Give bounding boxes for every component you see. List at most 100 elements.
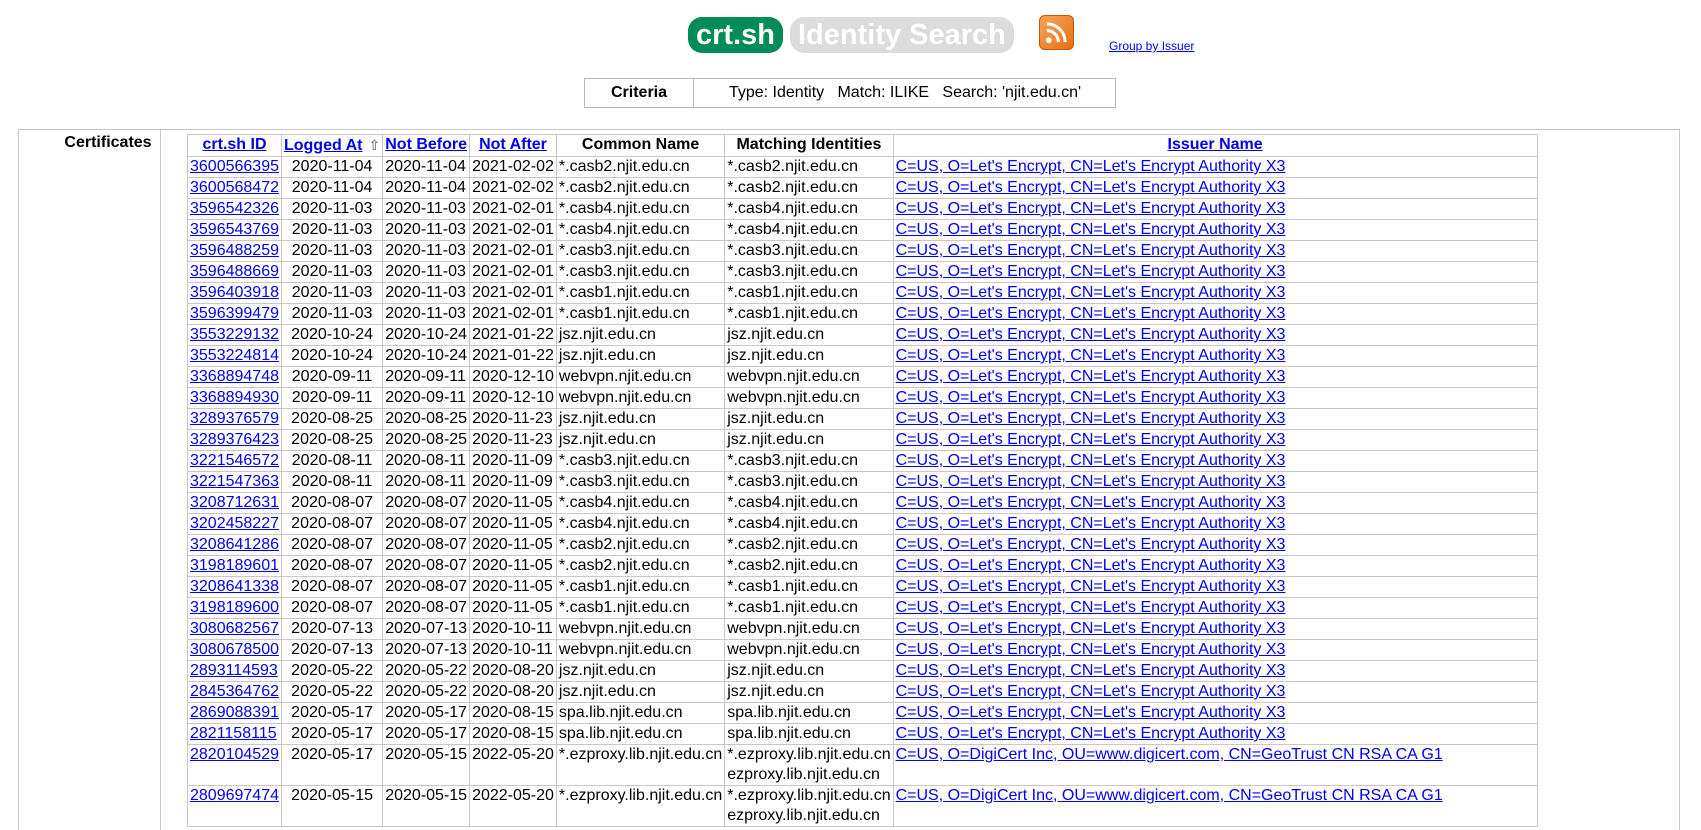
group-by-issuer-link[interactable]: Group by Issuer — [1109, 39, 1194, 53]
crtsh-id-link[interactable]: 3202458227 — [190, 515, 279, 532]
issuer-link[interactable]: C=US, O=Let's Encrypt, CN=Let's Encrypt … — [896, 725, 1286, 742]
issuer-link[interactable]: C=US, O=Let's Encrypt, CN=Let's Encrypt … — [896, 452, 1286, 469]
crtsh-id-link[interactable]: 3596543769 — [190, 221, 279, 238]
issuer-link[interactable]: C=US, O=Let's Encrypt, CN=Let's Encrypt … — [896, 158, 1286, 175]
cell-logged-at: 2020-08-07 — [280, 597, 384, 619]
cell-crtsh-id: 3221547363 — [187, 471, 282, 493]
crtsh-id-link[interactable]: 3596403918 — [190, 284, 279, 301]
issuer-link[interactable]: C=US, O=Let's Encrypt, CN=Let's Encrypt … — [896, 200, 1286, 217]
sort-crtsh-id-link[interactable]: crt.sh ID — [202, 136, 266, 153]
issuer-link[interactable]: C=US, O=Let's Encrypt, CN=Let's Encrypt … — [896, 578, 1286, 595]
issuer-link[interactable]: C=US, O=Let's Encrypt, CN=Let's Encrypt … — [896, 179, 1286, 196]
table-row: 3596488669 2020-11-03 2020-11-03 2021-02-01… — [187, 261, 1538, 283]
issuer-link[interactable]: C=US, O=Let's Encrypt, CN=Let's Encrypt … — [896, 326, 1286, 343]
issuer-link[interactable]: C=US, O=Let's Encrypt, CN=Let's Encrypt … — [896, 662, 1286, 679]
crtsh-id-link[interactable]: 3368894930 — [190, 389, 279, 406]
crtsh-id-link[interactable]: 2820104529 — [190, 746, 279, 763]
cell-issuer-name: C=US, O=Let's Encrypt, CN=Let's Encrypt … — [892, 702, 1538, 724]
col-issuer-name[interactable]: Issuer Name — [892, 134, 1538, 157]
issuer-link[interactable]: C=US, O=Let's Encrypt, CN=Let's Encrypt … — [896, 368, 1286, 385]
cell-issuer-name: C=US, O=Let's Encrypt, CN=Let's Encrypt … — [892, 429, 1538, 451]
table-row: 3198189600 2020-08-07 2020-08-07 2020-11-05… — [187, 597, 1538, 619]
issuer-link[interactable]: C=US, O=Let's Encrypt, CN=Let's Encrypt … — [896, 389, 1286, 406]
cell-issuer-name: C=US, O=Let's Encrypt, CN=Let's Encrypt … — [892, 639, 1538, 661]
table-row: 3198189601 2020-08-07 2020-08-07 2020-11-05… — [187, 555, 1538, 577]
crtsh-id-link[interactable]: 3596542326 — [190, 200, 279, 217]
crtsh-id-link[interactable]: 2809697474 — [190, 787, 279, 804]
cell-issuer-name: C=US, O=DigiCert Inc, OU=www.digicert.co… — [892, 785, 1538, 827]
issuer-link[interactable]: C=US, O=Let's Encrypt, CN=Let's Encrypt … — [896, 221, 1286, 238]
issuer-link[interactable]: C=US, O=Let's Encrypt, CN=Let's Encrypt … — [896, 641, 1286, 658]
crtsh-id-link[interactable]: 3596399479 — [190, 305, 279, 322]
issuer-link[interactable]: C=US, O=DigiCert Inc, OU=www.digicert.co… — [896, 746, 1443, 763]
cell-logged-at: 2020-07-13 — [280, 618, 384, 640]
crtsh-id-link[interactable]: 3553229132 — [190, 326, 279, 343]
cell-issuer-name: C=US, O=Let's Encrypt, CN=Let's Encrypt … — [892, 345, 1538, 367]
cell-not-after: 2022-05-20 — [469, 744, 557, 786]
issuer-link[interactable]: C=US, O=Let's Encrypt, CN=Let's Encrypt … — [896, 347, 1286, 364]
cell-matching-identities: jsz.njit.edu.cn — [724, 681, 894, 703]
issuer-link[interactable]: C=US, O=Let's Encrypt, CN=Let's Encrypt … — [896, 305, 1286, 322]
issuer-link[interactable]: C=US, O=Let's Encrypt, CN=Let's Encrypt … — [896, 599, 1286, 616]
issuer-link[interactable]: C=US, O=Let's Encrypt, CN=Let's Encrypt … — [896, 263, 1286, 280]
matching-identity: *.casb1.njit.edu.cn — [727, 284, 858, 301]
issuer-link[interactable]: C=US, O=Let's Encrypt, CN=Let's Encrypt … — [896, 704, 1286, 721]
crtsh-id-link[interactable]: 2869088391 — [190, 704, 279, 721]
crtsh-id-link[interactable]: 2893114593 — [190, 662, 278, 679]
issuer-link[interactable]: C=US, O=Let's Encrypt, CN=Let's Encrypt … — [896, 473, 1286, 490]
crtsh-id-link[interactable]: 3596488259 — [190, 242, 279, 259]
crtsh-id-link[interactable]: 2821158115 — [190, 725, 277, 742]
cell-logged-at: 2020-08-07 — [280, 492, 384, 514]
cell-matching-identities: jsz.njit.edu.cn — [724, 324, 894, 346]
crtsh-id-link[interactable]: 3198189600 — [190, 599, 279, 616]
issuer-link[interactable]: C=US, O=Let's Encrypt, CN=Let's Encrypt … — [896, 242, 1286, 259]
rss-feed-icon[interactable] — [1039, 15, 1074, 50]
crtsh-id-link[interactable]: 3221547363 — [190, 473, 279, 490]
issuer-link[interactable]: C=US, O=Let's Encrypt, CN=Let's Encrypt … — [896, 620, 1286, 637]
matching-identity: *.casb4.njit.edu.cn — [727, 515, 858, 532]
col-not-before[interactable]: Not Before — [382, 134, 471, 157]
cell-not-before: 2020-05-15 — [382, 785, 471, 827]
col-logged-at[interactable]: Logged At ⇧ — [280, 134, 384, 157]
issuer-link[interactable]: C=US, O=Let's Encrypt, CN=Let's Encrypt … — [896, 410, 1286, 427]
sort-not-after-link[interactable]: Not After — [479, 136, 547, 153]
crtsh-id-link[interactable]: 3289376423 — [190, 431, 279, 448]
issuer-link[interactable]: C=US, O=Let's Encrypt, CN=Let's Encrypt … — [896, 536, 1286, 553]
crtsh-id-link[interactable]: 2845364762 — [190, 683, 279, 700]
issuer-link[interactable]: C=US, O=Let's Encrypt, CN=Let's Encrypt … — [896, 515, 1286, 532]
crtsh-id-link[interactable]: 3600566395 — [190, 158, 279, 175]
crtsh-logo[interactable]: crt.sh — [688, 17, 783, 53]
crtsh-id-link[interactable]: 3080678500 — [190, 641, 279, 658]
crtsh-id-link[interactable]: 3600568472 — [190, 179, 279, 196]
crtsh-id-link[interactable]: 3596488669 — [190, 263, 279, 280]
crtsh-id-link[interactable]: 3553224814 — [190, 347, 279, 364]
cell-crtsh-id: 2845364762 — [187, 681, 282, 703]
cell-not-after: 2020-10-11 — [469, 618, 557, 640]
cell-logged-at: 2020-08-25 — [280, 408, 384, 430]
crtsh-id-link[interactable]: 3289376579 — [190, 410, 279, 427]
col-not-after[interactable]: Not After — [469, 134, 557, 157]
sort-logged-at-link[interactable]: Logged At — [284, 137, 363, 154]
sort-not-before-link[interactable]: Not Before — [385, 136, 467, 153]
sort-issuer-name-link[interactable]: Issuer Name — [1168, 136, 1263, 153]
col-matching-identities: Matching Identities — [724, 134, 894, 157]
issuer-link[interactable]: C=US, O=Let's Encrypt, CN=Let's Encrypt … — [896, 284, 1286, 301]
crtsh-id-link[interactable]: 3208641286 — [190, 536, 279, 553]
issuer-link[interactable]: C=US, O=DigiCert Inc, OU=www.digicert.co… — [896, 787, 1443, 804]
crtsh-id-link[interactable]: 3368894748 — [190, 368, 279, 385]
cell-logged-at: 2020-11-03 — [280, 282, 384, 304]
issuer-link[interactable]: C=US, O=Let's Encrypt, CN=Let's Encrypt … — [896, 557, 1286, 574]
crtsh-id-link[interactable]: 3208712631 — [190, 494, 279, 511]
crtsh-id-link[interactable]: 3208641338 — [190, 578, 279, 595]
cell-not-before: 2020-11-03 — [382, 303, 471, 325]
issuer-link[interactable]: C=US, O=Let's Encrypt, CN=Let's Encrypt … — [896, 683, 1286, 700]
crtsh-id-link[interactable]: 3221546572 — [190, 452, 279, 469]
cell-matching-identities: spa.lib.njit.edu.cn — [724, 702, 894, 724]
crtsh-id-link[interactable]: 3198189601 — [190, 557, 279, 574]
cell-matching-identities: *.casb3.njit.edu.cn — [724, 240, 894, 262]
issuer-link[interactable]: C=US, O=Let's Encrypt, CN=Let's Encrypt … — [896, 431, 1286, 448]
table-row: 3289376579 2020-08-25 2020-08-25 2020-11-23… — [187, 408, 1538, 430]
col-crtsh-id[interactable]: crt.sh ID — [187, 134, 282, 157]
crtsh-id-link[interactable]: 3080682567 — [190, 620, 279, 637]
issuer-link[interactable]: C=US, O=Let's Encrypt, CN=Let's Encrypt … — [896, 494, 1286, 511]
